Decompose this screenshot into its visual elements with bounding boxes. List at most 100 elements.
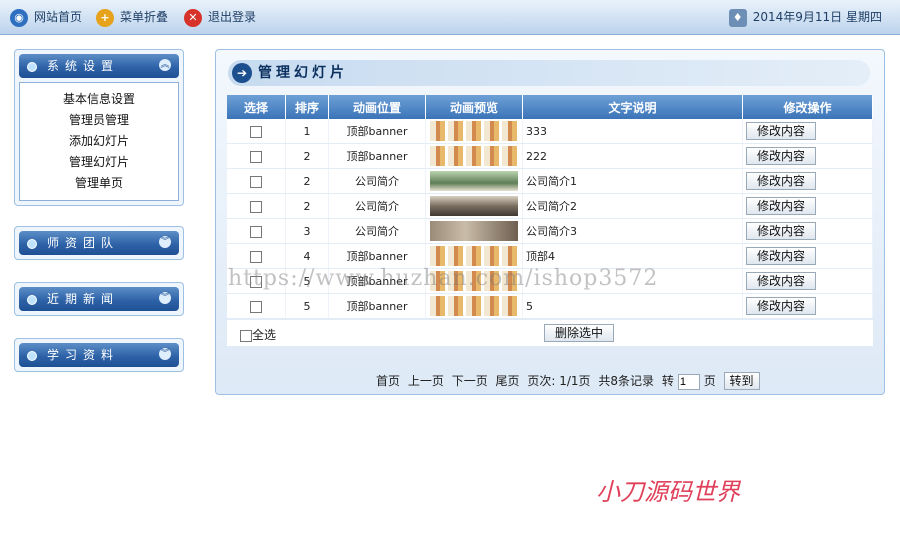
- user-icon: ♦: [728, 8, 747, 27]
- row-text: 公司简介2: [522, 193, 743, 219]
- goto-suffix: 页: [703, 374, 716, 388]
- row-action-cell: 修改内容: [742, 119, 873, 144]
- table-row: 2 顶部banner 222 修改内容: [227, 143, 873, 169]
- menu-header-teachers[interactable]: 师资团队 ︾: [19, 231, 179, 255]
- watermark-text: https://www.huzhan.com/ishop3572: [228, 266, 659, 291]
- edit-content-button[interactable]: 修改内容: [746, 147, 817, 165]
- row-select-cell: [227, 293, 286, 319]
- row-checkbox[interactable]: [250, 250, 262, 263]
- last-page-link[interactable]: 尾页: [496, 374, 520, 388]
- bullet-icon: [27, 351, 37, 361]
- row-preview-cell: [425, 119, 523, 144]
- next-page-link[interactable]: 下一页: [452, 374, 488, 388]
- collapse-menu-link[interactable]: + 菜单折叠: [96, 7, 168, 27]
- row-text: 公司简介3: [522, 218, 743, 244]
- menu-header-news[interactable]: 近期新闻 ︾: [19, 287, 179, 311]
- main-panel: ➔ 管理幻灯片 选择 排序 动画位置 动画预览 文字说明 修改操作 1 顶部ban…: [215, 49, 885, 395]
- edit-content-button[interactable]: 修改内容: [746, 172, 817, 190]
- menu-group-materials: 学习资料 ︾: [14, 338, 184, 372]
- menu-title-news: 近期新闻: [47, 292, 120, 306]
- menu-group-system: 系统设置 ︽ 基本信息设置 管理员管理 添加幻灯片 管理幻灯片 管理单页: [14, 49, 184, 206]
- row-preview-cell: [425, 218, 523, 244]
- menu-item-basic-settings[interactable]: 基本信息设置: [20, 89, 178, 110]
- row-order: 2: [285, 168, 329, 194]
- first-page-link[interactable]: 首页: [376, 374, 400, 388]
- row-select-cell: [227, 168, 286, 194]
- row-order: 2: [285, 193, 329, 219]
- row-checkbox[interactable]: [250, 125, 262, 138]
- row-order: 3: [285, 218, 329, 244]
- edit-content-button[interactable]: 修改内容: [746, 247, 817, 265]
- edit-content-button[interactable]: 修改内容: [746, 222, 817, 240]
- date-text: 2014年9月11日 星期四: [752, 10, 882, 24]
- row-action-cell: 修改内容: [742, 243, 873, 269]
- row-action-cell: 修改内容: [742, 218, 873, 244]
- logout-link[interactable]: ✕ 退出登录: [184, 7, 256, 27]
- select-all-label: 全选: [252, 328, 277, 342]
- pagination: 首页 上一页 下一页 尾页 页次: 1/1页 共8条记录 转 页 转到: [376, 371, 764, 391]
- col-select: 选择: [227, 95, 286, 119]
- preview-image: [430, 146, 518, 166]
- col-preview: 动画预览: [425, 95, 523, 119]
- table-row: 2 公司简介 公司简介1 修改内容: [227, 168, 873, 194]
- table-row: 4 顶部banner 顶部4 修改内容: [227, 243, 873, 269]
- bullet-icon: [27, 295, 37, 305]
- row-order: 1: [285, 119, 329, 144]
- table-row: 5 顶部banner 5 修改内容: [227, 293, 873, 319]
- row-position: 顶部banner: [328, 143, 426, 169]
- row-checkbox[interactable]: [250, 225, 262, 238]
- menu-item-manage-pages[interactable]: 管理单页: [20, 173, 178, 194]
- row-position: 公司简介: [328, 193, 426, 219]
- goto-prefix: 转: [661, 374, 674, 388]
- row-select-cell: [227, 119, 286, 144]
- table-row: 2 公司简介 公司简介2 修改内容: [227, 193, 873, 219]
- menu-group-teachers: 师资团队 ︾: [14, 226, 184, 260]
- edit-content-button[interactable]: 修改内容: [746, 197, 817, 215]
- home-link[interactable]: ◉ 网站首页: [10, 7, 82, 27]
- logout-label: 退出登录: [208, 10, 257, 24]
- menu-item-admin-manage[interactable]: 管理员管理: [20, 110, 178, 131]
- preview-image: [430, 171, 518, 191]
- menu-item-add-slide[interactable]: 添加幻灯片: [20, 131, 178, 152]
- prev-page-link[interactable]: 上一页: [408, 374, 444, 388]
- menu-header-system[interactable]: 系统设置 ︽: [19, 54, 179, 78]
- edit-content-button[interactable]: 修改内容: [746, 272, 817, 290]
- row-position: 公司简介: [328, 168, 426, 194]
- edit-content-button[interactable]: 修改内容: [746, 297, 817, 315]
- expand-down-icon[interactable]: ︾: [159, 292, 171, 304]
- select-all-checkbox[interactable]: [240, 329, 252, 342]
- row-checkbox[interactable]: [250, 300, 262, 313]
- panel-header: ➔ 管理幻灯片: [228, 60, 870, 86]
- goto-page-input[interactable]: [677, 373, 700, 390]
- col-text: 文字说明: [522, 95, 743, 119]
- row-position: 公司简介: [328, 218, 426, 244]
- signature-text: 小刀源码世界: [596, 478, 740, 506]
- menu-list-system: 基本信息设置 管理员管理 添加幻灯片 管理幻灯片 管理单页: [19, 82, 179, 201]
- select-all[interactable]: 全选: [240, 326, 276, 343]
- row-position: 顶部banner: [328, 293, 426, 319]
- row-action-cell: 修改内容: [742, 193, 873, 219]
- table-row: 1 顶部banner 333 修改内容: [227, 119, 873, 144]
- delete-selected-button[interactable]: 删除选中: [544, 324, 615, 342]
- row-preview-cell: [425, 168, 523, 194]
- row-checkbox[interactable]: [250, 175, 262, 188]
- menu-title-system: 系统设置: [47, 59, 120, 73]
- row-order: 4: [285, 243, 329, 269]
- goto-button[interactable]: 转到: [723, 372, 760, 390]
- collapse-up-icon[interactable]: ︽: [159, 59, 171, 71]
- row-text: 公司简介1: [522, 168, 743, 194]
- row-checkbox[interactable]: [250, 200, 262, 213]
- table-footer: 全选 删除选中: [227, 320, 873, 346]
- row-preview-cell: [425, 243, 523, 269]
- menu-header-materials[interactable]: 学习资料 ︾: [19, 343, 179, 367]
- row-order: 2: [285, 143, 329, 169]
- row-select-cell: [227, 218, 286, 244]
- page-title: 管理幻灯片: [258, 65, 348, 81]
- row-checkbox[interactable]: [250, 150, 262, 163]
- expand-down-icon[interactable]: ︾: [159, 236, 171, 248]
- menu-item-manage-slides[interactable]: 管理幻灯片: [20, 152, 178, 173]
- row-action-cell: 修改内容: [742, 143, 873, 169]
- edit-content-button[interactable]: 修改内容: [746, 122, 817, 140]
- table-header-row: 选择 排序 动画位置 动画预览 文字说明 修改操作: [227, 95, 873, 119]
- expand-down-icon[interactable]: ︾: [159, 348, 171, 360]
